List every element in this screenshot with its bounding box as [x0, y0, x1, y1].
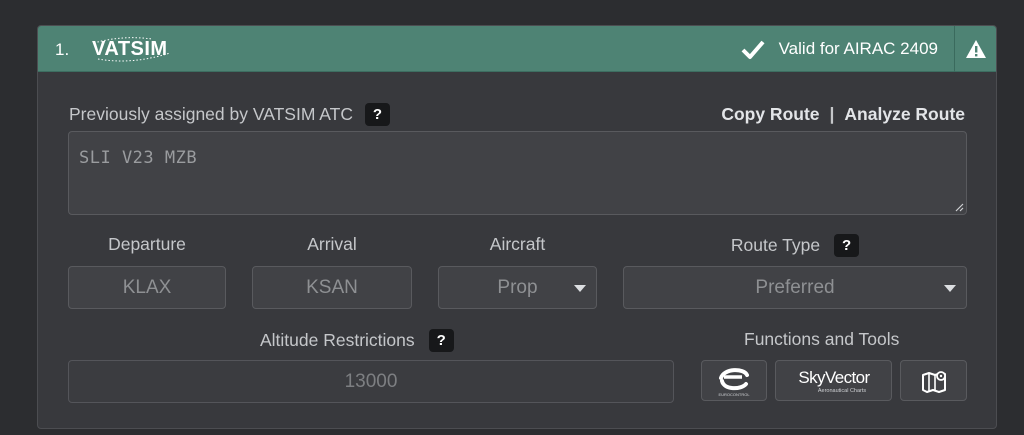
- svg-text:EUROCONTROL: EUROCONTROL: [718, 392, 750, 397]
- route-type-value: Preferred: [755, 276, 835, 298]
- altitude-field[interactable]: 13000: [68, 360, 674, 403]
- route-type-label: Route Type ?: [623, 234, 967, 257]
- route-textarea[interactable]: SLI V23 MZB: [68, 131, 967, 215]
- skyvector-button[interactable]: SkyVector Aeronautical Charts: [775, 360, 892, 401]
- eurocontrol-logo: EUROCONTROL: [718, 367, 750, 397]
- warning-icon: [965, 40, 986, 58]
- aircraft-select[interactable]: Prop: [438, 266, 597, 309]
- analyze-route-link[interactable]: Analyze Route: [844, 104, 965, 125]
- arrival-label: Arrival: [307, 234, 357, 254]
- tools-label: Functions and Tools: [744, 329, 900, 349]
- skyvector-logo: SkyVector Aeronautical Charts: [798, 368, 871, 394]
- copy-route-link[interactable]: Copy Route: [721, 104, 819, 125]
- check-icon: [741, 40, 765, 59]
- links-separator: |: [829, 104, 835, 124]
- route-index: 1.: [55, 40, 70, 59]
- map-button[interactable]: [900, 360, 967, 401]
- departure-field[interactable]: KLAX: [68, 266, 226, 309]
- aircraft-value: Prop: [497, 276, 538, 298]
- warning-button[interactable]: [954, 26, 996, 72]
- route-label: Previously assigned by VATSIM ATC ?: [69, 103, 390, 126]
- route-label-text: Previously assigned by VATSIM ATC: [69, 104, 353, 124]
- resize-handle-icon[interactable]: [954, 202, 964, 212]
- card-header: 1. VATSIM Valid for AIRAC 2409: [38, 26, 996, 72]
- arrival-field[interactable]: KSAN: [252, 266, 412, 309]
- route-links: Copy Route | Analyze Route: [721, 104, 965, 125]
- vatsim-logo: VATSIM: [92, 37, 171, 62]
- route-help-button[interactable]: ?: [365, 103, 390, 126]
- chevron-down-icon: [574, 285, 586, 292]
- route-card: 1. VATSIM Valid for AIRAC 2409 Previousl…: [37, 25, 997, 429]
- svg-text:SkyVector: SkyVector: [798, 368, 870, 387]
- svg-text:Aeronautical Charts: Aeronautical Charts: [817, 388, 866, 394]
- route-type-help-button[interactable]: ?: [834, 234, 860, 257]
- airac-status-text: Valid for AIRAC 2409: [778, 39, 938, 58]
- altitude-label-text: Altitude Restrictions: [260, 330, 415, 350]
- altitude-help-button[interactable]: ?: [428, 329, 454, 352]
- route-type-select[interactable]: Preferred: [623, 266, 967, 309]
- svg-text:VATSIM: VATSIM: [92, 38, 168, 60]
- aircraft-label: Aircraft: [489, 234, 546, 254]
- map-icon: [921, 370, 946, 393]
- airac-status: Valid for AIRAC 2409: [741, 38, 938, 60]
- route-text: SLI V23 MZB: [79, 148, 198, 168]
- altitude-label: Altitude Restrictions ?: [260, 329, 454, 352]
- chevron-down-icon: [944, 285, 956, 292]
- eurocontrol-button[interactable]: EUROCONTROL: [701, 360, 767, 401]
- route-type-label-text: Route Type: [730, 235, 821, 255]
- departure-label: Departure: [108, 234, 186, 254]
